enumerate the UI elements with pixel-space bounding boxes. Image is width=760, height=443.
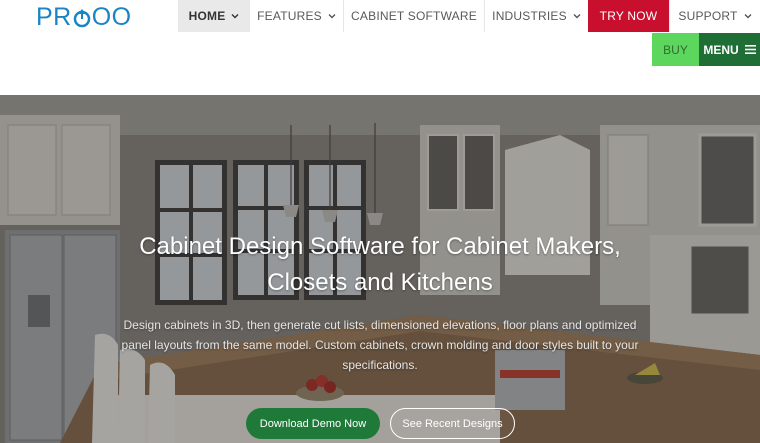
chevron-down-icon (231, 12, 239, 20)
logo[interactable]: PR OO (36, 3, 132, 31)
nav-item-support[interactable]: SUPPORT (669, 0, 760, 32)
nav-item-label: FEATURES (257, 9, 322, 23)
hero-title-line-1: Cabinet Design Software for Cabinet Make… (139, 233, 621, 260)
main-nav: HOME FEATURES CABINET SOFTWARE INDUSTRIE… (178, 0, 760, 32)
nav-item-label: INDUSTRIES (492, 9, 567, 23)
logo-text: PR OO (36, 2, 132, 31)
menu-button[interactable]: MENU (699, 33, 760, 66)
see-recent-designs-button[interactable]: See Recent Designs (390, 408, 515, 439)
nav-item-label: CABINET SOFTWARE (351, 9, 477, 23)
see-recent-designs-label: See Recent Designs (402, 417, 503, 430)
hero-title-line-2: Closets and Kitchens (267, 269, 493, 296)
hero-title: Cabinet Design Software for Cabinet Make… (80, 229, 680, 301)
buy-button[interactable]: BUY (652, 33, 699, 66)
chevron-down-icon (328, 12, 336, 20)
hero-subtitle: Design cabinets in 3D, then generate cut… (121, 318, 639, 372)
download-demo-label: Download Demo Now (259, 417, 367, 430)
nav-item-industries[interactable]: INDUSTRIES (484, 0, 588, 32)
nav-item-home[interactable]: HOME (178, 0, 249, 32)
hamburger-icon (744, 43, 756, 57)
nav-item-try-now[interactable]: TRY NOW (588, 0, 669, 32)
download-demo-button[interactable]: Download Demo Now (246, 408, 380, 439)
logo-arrow-icon (73, 8, 90, 28)
chevron-down-icon (573, 12, 581, 20)
chevron-down-icon (744, 12, 752, 20)
nav-item-features[interactable]: FEATURES (249, 0, 343, 32)
hero-section: Cabinet Design Software for Cabinet Make… (0, 95, 760, 443)
buy-button-label: BUY (663, 42, 688, 57)
site-header: PR OO HOME FEATURES CABINET SOFTWARE INDU… (0, 0, 760, 95)
nav-item-cabinet-software[interactable]: CABINET SOFTWARE (343, 0, 484, 32)
nav-item-label: TRY NOW (599, 9, 658, 23)
menu-button-label: MENU (703, 42, 739, 57)
nav-item-label: HOME (188, 9, 226, 23)
nav-item-label: SUPPORT (678, 9, 738, 23)
